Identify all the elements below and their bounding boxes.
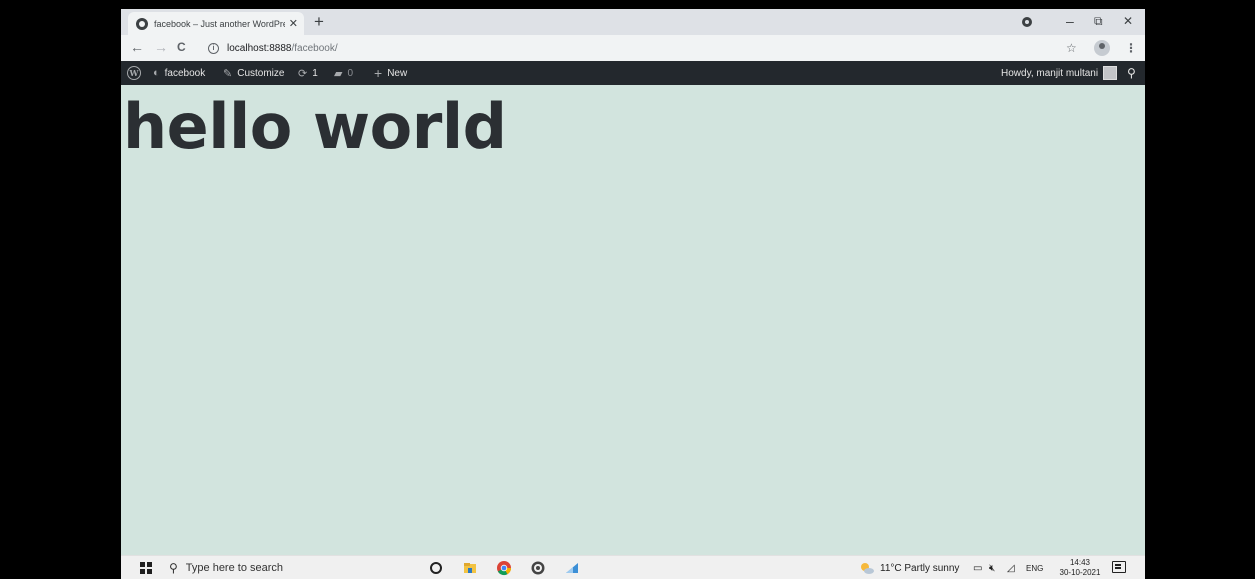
windows-taskbar: ⚲ Type here to search 11°C Partly sunny … bbox=[121, 555, 1145, 579]
wp-admin-bar: W ◐ facebook ✎ Customize ⟳ 1 ▰ 0 + New H… bbox=[121, 61, 1145, 85]
comments-link[interactable]: ▰ 0 bbox=[334, 61, 353, 85]
search-icon[interactable]: ⚲ bbox=[1127, 61, 1136, 85]
maximize-button[interactable]: ⧉ bbox=[1094, 11, 1103, 31]
partly-sunny-icon bbox=[861, 563, 874, 574]
battery-icon[interactable]: ▭ bbox=[973, 556, 982, 579]
weather-text: 11°C Partly sunny bbox=[880, 562, 960, 574]
clock-time: 14:43 bbox=[1069, 558, 1091, 567]
chrome-icon[interactable] bbox=[495, 559, 513, 577]
close-window-button[interactable]: ✕ bbox=[1123, 11, 1133, 31]
browser-tab[interactable]: facebook – Just another WordPre ✕ bbox=[128, 12, 304, 35]
new-tab-button[interactable]: + bbox=[314, 12, 324, 32]
plus-icon: + bbox=[374, 65, 383, 81]
howdy-text: Howdy, manjit multani bbox=[1001, 67, 1099, 79]
customize-link[interactable]: ✎ Customize bbox=[223, 61, 284, 85]
my-account-menu[interactable]: Howdy, manjit multani bbox=[1001, 61, 1118, 85]
site-name-menu[interactable]: ◐ facebook bbox=[153, 61, 205, 85]
volume-muted-icon[interactable]: 🔇︎ bbox=[989, 556, 995, 579]
back-button[interactable]: ← bbox=[130, 38, 144, 56]
minimize-button[interactable]: – bbox=[1066, 11, 1074, 31]
updates-count: 1 bbox=[312, 67, 318, 79]
wp-logo-menu[interactable]: W bbox=[127, 61, 141, 85]
cortana-icon[interactable] bbox=[427, 559, 445, 577]
comment-icon: ▰ bbox=[334, 67, 343, 80]
brush-icon: ✎ bbox=[223, 67, 233, 80]
search-icon: ⚲ bbox=[169, 561, 178, 575]
new-label: New bbox=[387, 67, 408, 79]
forward-button[interactable]: → bbox=[154, 38, 168, 56]
updates-icon: ⟳ bbox=[298, 67, 308, 80]
notification-center-icon[interactable] bbox=[1112, 561, 1126, 573]
tab-title: facebook – Just another WordPre bbox=[154, 18, 285, 29]
dashboard-icon: ◐ bbox=[153, 67, 160, 79]
taskbar-search-box[interactable]: ⚲ Type here to search bbox=[161, 556, 416, 579]
url-path: /facebook/ bbox=[291, 42, 338, 54]
url-host: localhost:8888 bbox=[227, 42, 292, 54]
reload-button[interactable]: C bbox=[177, 38, 186, 56]
weather-widget[interactable]: 11°C Partly sunny bbox=[859, 556, 959, 579]
media-app-icon[interactable] bbox=[563, 559, 581, 577]
browser-menu-icon[interactable]: ⋮ bbox=[1125, 39, 1137, 57]
page-heading: hello world bbox=[123, 90, 507, 163]
language-indicator[interactable]: ENG bbox=[1026, 556, 1043, 579]
wifi-icon[interactable]: ◿ bbox=[1007, 556, 1015, 579]
record-icon[interactable] bbox=[1022, 17, 1032, 27]
globe-icon bbox=[136, 17, 148, 30]
updates-link[interactable]: ⟳ 1 bbox=[298, 61, 318, 85]
bookmark-star-icon[interactable]: ☆ bbox=[1066, 39, 1077, 57]
tab-strip: facebook – Just another WordPre ✕ + – ⧉ … bbox=[121, 9, 1145, 35]
screen: facebook – Just another WordPre ✕ + – ⧉ … bbox=[121, 9, 1145, 579]
profile-avatar-icon[interactable] bbox=[1094, 40, 1110, 56]
site-name: facebook bbox=[164, 67, 206, 79]
address-bar[interactable]: i localhost:8888 /facebook/ bbox=[200, 38, 1060, 58]
comments-count: 0 bbox=[347, 67, 354, 79]
user-avatar bbox=[1103, 66, 1118, 80]
windows-start-icon[interactable] bbox=[140, 562, 152, 574]
wordpress-logo-icon: W bbox=[127, 66, 141, 80]
tab-close-icon[interactable]: ✕ bbox=[289, 17, 298, 30]
page-content: hello world bbox=[121, 85, 1145, 555]
obs-studio-icon[interactable] bbox=[529, 559, 547, 577]
file-explorer-icon[interactable] bbox=[461, 559, 479, 577]
taskbar-search-placeholder: Type here to search bbox=[185, 562, 284, 574]
browser-toolbar: ← → C i localhost:8888 /facebook/ ☆ ⋮ bbox=[121, 35, 1145, 61]
new-content-menu[interactable]: + New bbox=[374, 61, 407, 85]
customize-label: Customize bbox=[237, 67, 285, 79]
clock-date: 30-10-2021 bbox=[1059, 568, 1101, 577]
info-icon[interactable]: i bbox=[208, 42, 219, 54]
taskbar-clock[interactable]: 14:43 30-10-2021 bbox=[1055, 558, 1105, 578]
